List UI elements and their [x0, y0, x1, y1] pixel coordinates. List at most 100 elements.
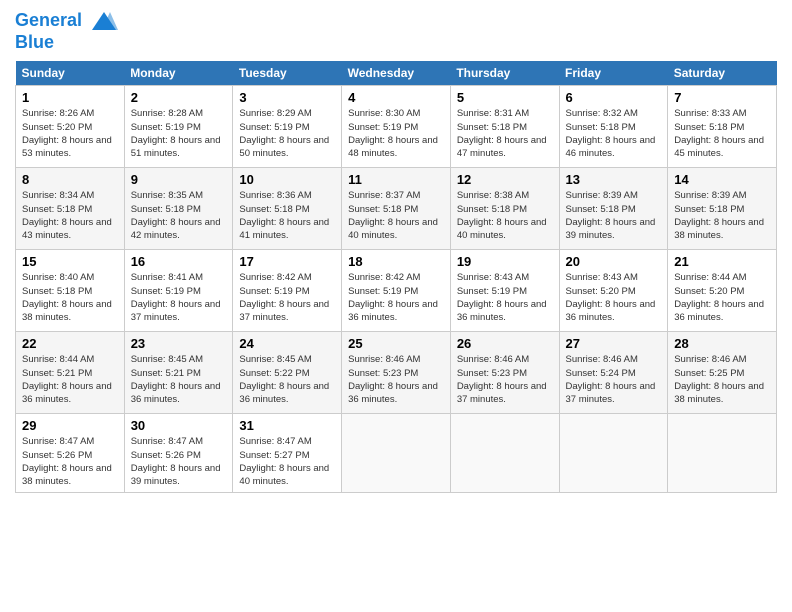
day-number: 4	[348, 90, 444, 105]
calendar-cell: 25 Sunrise: 8:46 AMSunset: 5:23 PMDaylig…	[342, 332, 451, 414]
day-number: 18	[348, 254, 444, 269]
calendar-cell: 12 Sunrise: 8:38 AMSunset: 5:18 PMDaylig…	[450, 168, 559, 250]
calendar-cell: 19 Sunrise: 8:43 AMSunset: 5:19 PMDaylig…	[450, 250, 559, 332]
weekday-header: Friday	[559, 61, 668, 86]
day-number: 5	[457, 90, 553, 105]
calendar-cell	[559, 414, 668, 493]
calendar-cell: 29 Sunrise: 8:47 AMSunset: 5:26 PMDaylig…	[16, 414, 125, 493]
day-number: 10	[239, 172, 335, 187]
day-number: 2	[131, 90, 227, 105]
day-info: Sunrise: 8:44 AMSunset: 5:21 PMDaylight:…	[22, 353, 118, 406]
calendar-cell: 13 Sunrise: 8:39 AMSunset: 5:18 PMDaylig…	[559, 168, 668, 250]
day-number: 25	[348, 336, 444, 351]
calendar-cell: 21 Sunrise: 8:44 AMSunset: 5:20 PMDaylig…	[668, 250, 777, 332]
calendar-cell: 22 Sunrise: 8:44 AMSunset: 5:21 PMDaylig…	[16, 332, 125, 414]
calendar-cell: 10 Sunrise: 8:36 AMSunset: 5:18 PMDaylig…	[233, 168, 342, 250]
logo-text: General	[15, 10, 118, 32]
calendar-cell: 14 Sunrise: 8:39 AMSunset: 5:18 PMDaylig…	[668, 168, 777, 250]
day-info: Sunrise: 8:30 AMSunset: 5:19 PMDaylight:…	[348, 107, 444, 160]
calendar-cell: 30 Sunrise: 8:47 AMSunset: 5:26 PMDaylig…	[124, 414, 233, 493]
day-number: 14	[674, 172, 770, 187]
day-number: 19	[457, 254, 553, 269]
calendar-cell: 31 Sunrise: 8:47 AMSunset: 5:27 PMDaylig…	[233, 414, 342, 493]
day-info: Sunrise: 8:43 AMSunset: 5:19 PMDaylight:…	[457, 271, 553, 324]
day-number: 21	[674, 254, 770, 269]
day-number: 12	[457, 172, 553, 187]
day-info: Sunrise: 8:29 AMSunset: 5:19 PMDaylight:…	[239, 107, 335, 160]
day-number: 7	[674, 90, 770, 105]
weekday-header: Monday	[124, 61, 233, 86]
calendar-cell: 17 Sunrise: 8:42 AMSunset: 5:19 PMDaylig…	[233, 250, 342, 332]
calendar-cell: 15 Sunrise: 8:40 AMSunset: 5:18 PMDaylig…	[16, 250, 125, 332]
day-number: 24	[239, 336, 335, 351]
calendar-cell: 8 Sunrise: 8:34 AMSunset: 5:18 PMDayligh…	[16, 168, 125, 250]
calendar-cell: 5 Sunrise: 8:31 AMSunset: 5:18 PMDayligh…	[450, 86, 559, 168]
day-info: Sunrise: 8:42 AMSunset: 5:19 PMDaylight:…	[239, 271, 335, 324]
day-number: 17	[239, 254, 335, 269]
day-number: 9	[131, 172, 227, 187]
page: General Blue SundayMondayTuesdayWednesda…	[0, 0, 792, 612]
calendar-cell: 16 Sunrise: 8:41 AMSunset: 5:19 PMDaylig…	[124, 250, 233, 332]
day-info: Sunrise: 8:44 AMSunset: 5:20 PMDaylight:…	[674, 271, 770, 324]
day-number: 16	[131, 254, 227, 269]
day-info: Sunrise: 8:37 AMSunset: 5:18 PMDaylight:…	[348, 189, 444, 242]
calendar-cell	[668, 414, 777, 493]
logo: General Blue	[15, 10, 118, 53]
day-number: 27	[566, 336, 662, 351]
day-number: 31	[239, 418, 335, 433]
day-info: Sunrise: 8:39 AMSunset: 5:18 PMDaylight:…	[674, 189, 770, 242]
day-number: 11	[348, 172, 444, 187]
day-number: 3	[239, 90, 335, 105]
day-number: 20	[566, 254, 662, 269]
calendar-table: SundayMondayTuesdayWednesdayThursdayFrid…	[15, 61, 777, 493]
day-number: 13	[566, 172, 662, 187]
calendar-cell: 24 Sunrise: 8:45 AMSunset: 5:22 PMDaylig…	[233, 332, 342, 414]
day-info: Sunrise: 8:39 AMSunset: 5:18 PMDaylight:…	[566, 189, 662, 242]
day-info: Sunrise: 8:36 AMSunset: 5:18 PMDaylight:…	[239, 189, 335, 242]
day-number: 8	[22, 172, 118, 187]
day-info: Sunrise: 8:45 AMSunset: 5:21 PMDaylight:…	[131, 353, 227, 406]
weekday-header: Wednesday	[342, 61, 451, 86]
weekday-header: Sunday	[16, 61, 125, 86]
calendar-cell: 26 Sunrise: 8:46 AMSunset: 5:23 PMDaylig…	[450, 332, 559, 414]
day-info: Sunrise: 8:46 AMSunset: 5:24 PMDaylight:…	[566, 353, 662, 406]
calendar-cell: 18 Sunrise: 8:42 AMSunset: 5:19 PMDaylig…	[342, 250, 451, 332]
weekday-header: Saturday	[668, 61, 777, 86]
day-info: Sunrise: 8:28 AMSunset: 5:19 PMDaylight:…	[131, 107, 227, 160]
day-number: 1	[22, 90, 118, 105]
calendar-cell: 1 Sunrise: 8:26 AMSunset: 5:20 PMDayligh…	[16, 86, 125, 168]
calendar-cell: 7 Sunrise: 8:33 AMSunset: 5:18 PMDayligh…	[668, 86, 777, 168]
day-info: Sunrise: 8:47 AMSunset: 5:26 PMDaylight:…	[131, 435, 227, 488]
calendar-cell: 28 Sunrise: 8:46 AMSunset: 5:25 PMDaylig…	[668, 332, 777, 414]
calendar-cell: 3 Sunrise: 8:29 AMSunset: 5:19 PMDayligh…	[233, 86, 342, 168]
day-info: Sunrise: 8:34 AMSunset: 5:18 PMDaylight:…	[22, 189, 118, 242]
weekday-header: Tuesday	[233, 61, 342, 86]
day-number: 26	[457, 336, 553, 351]
logo-line2: Blue	[15, 32, 118, 53]
calendar-cell	[342, 414, 451, 493]
day-info: Sunrise: 8:32 AMSunset: 5:18 PMDaylight:…	[566, 107, 662, 160]
day-number: 15	[22, 254, 118, 269]
day-info: Sunrise: 8:46 AMSunset: 5:23 PMDaylight:…	[457, 353, 553, 406]
day-info: Sunrise: 8:35 AMSunset: 5:18 PMDaylight:…	[131, 189, 227, 242]
day-info: Sunrise: 8:46 AMSunset: 5:25 PMDaylight:…	[674, 353, 770, 406]
day-number: 23	[131, 336, 227, 351]
day-info: Sunrise: 8:43 AMSunset: 5:20 PMDaylight:…	[566, 271, 662, 324]
day-info: Sunrise: 8:41 AMSunset: 5:19 PMDaylight:…	[131, 271, 227, 324]
day-info: Sunrise: 8:46 AMSunset: 5:23 PMDaylight:…	[348, 353, 444, 406]
day-number: 29	[22, 418, 118, 433]
calendar-cell: 2 Sunrise: 8:28 AMSunset: 5:19 PMDayligh…	[124, 86, 233, 168]
day-info: Sunrise: 8:42 AMSunset: 5:19 PMDaylight:…	[348, 271, 444, 324]
day-info: Sunrise: 8:47 AMSunset: 5:26 PMDaylight:…	[22, 435, 118, 488]
day-number: 6	[566, 90, 662, 105]
day-info: Sunrise: 8:26 AMSunset: 5:20 PMDaylight:…	[22, 107, 118, 160]
calendar-cell: 9 Sunrise: 8:35 AMSunset: 5:18 PMDayligh…	[124, 168, 233, 250]
day-info: Sunrise: 8:40 AMSunset: 5:18 PMDaylight:…	[22, 271, 118, 324]
day-info: Sunrise: 8:31 AMSunset: 5:18 PMDaylight:…	[457, 107, 553, 160]
weekday-header: Thursday	[450, 61, 559, 86]
calendar-cell: 23 Sunrise: 8:45 AMSunset: 5:21 PMDaylig…	[124, 332, 233, 414]
day-info: Sunrise: 8:33 AMSunset: 5:18 PMDaylight:…	[674, 107, 770, 160]
calendar-cell: 20 Sunrise: 8:43 AMSunset: 5:20 PMDaylig…	[559, 250, 668, 332]
calendar-cell	[450, 414, 559, 493]
calendar-cell: 11 Sunrise: 8:37 AMSunset: 5:18 PMDaylig…	[342, 168, 451, 250]
